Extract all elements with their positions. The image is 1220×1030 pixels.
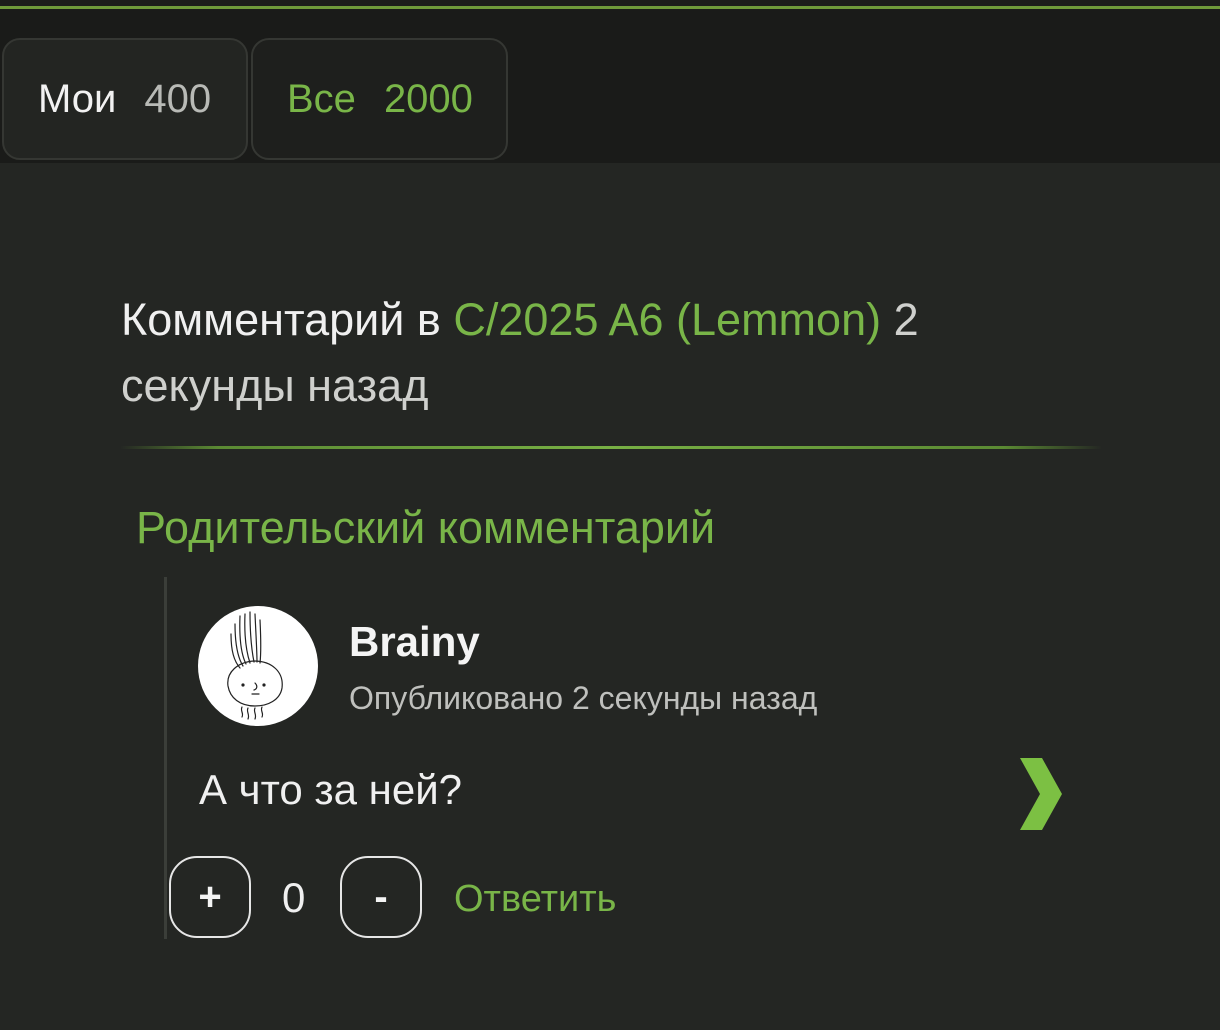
tab-mine-label: Мои [38,76,117,121]
thread-line [164,577,167,939]
tab-all-label: Все [287,76,356,121]
chevron-right-icon[interactable] [1016,754,1064,834]
tab-mine[interactable]: Мои 400 [2,38,248,160]
divider [120,446,1102,449]
tab-all-count: 2000 [383,76,473,121]
avatar[interactable] [198,606,318,726]
score: 0 [282,874,306,921]
reply-button[interactable]: Ответить [454,878,616,921]
downvote-button[interactable]: - [340,856,422,938]
tab-mine-count: 400 [144,76,212,121]
comment-headline: Комментарий в C/2025 A6 (Lemmon) 2 секун… [121,287,1041,419]
parent-comment-heading: Родительский комментарий [136,502,716,553]
comment-body: А что за ней? [199,766,463,813]
published-time: Опубликовано 2 секунды назад [349,680,818,716]
community-link[interactable]: C/2025 A6 (Lemmon) [453,294,881,345]
upvote-button[interactable]: + [169,856,251,938]
onion-avatar-icon [227,611,283,720]
author-name[interactable]: Brainy [349,618,480,666]
tab-all[interactable]: Все 2000 [251,38,508,160]
comment-prefix: Комментарий в [121,294,441,345]
